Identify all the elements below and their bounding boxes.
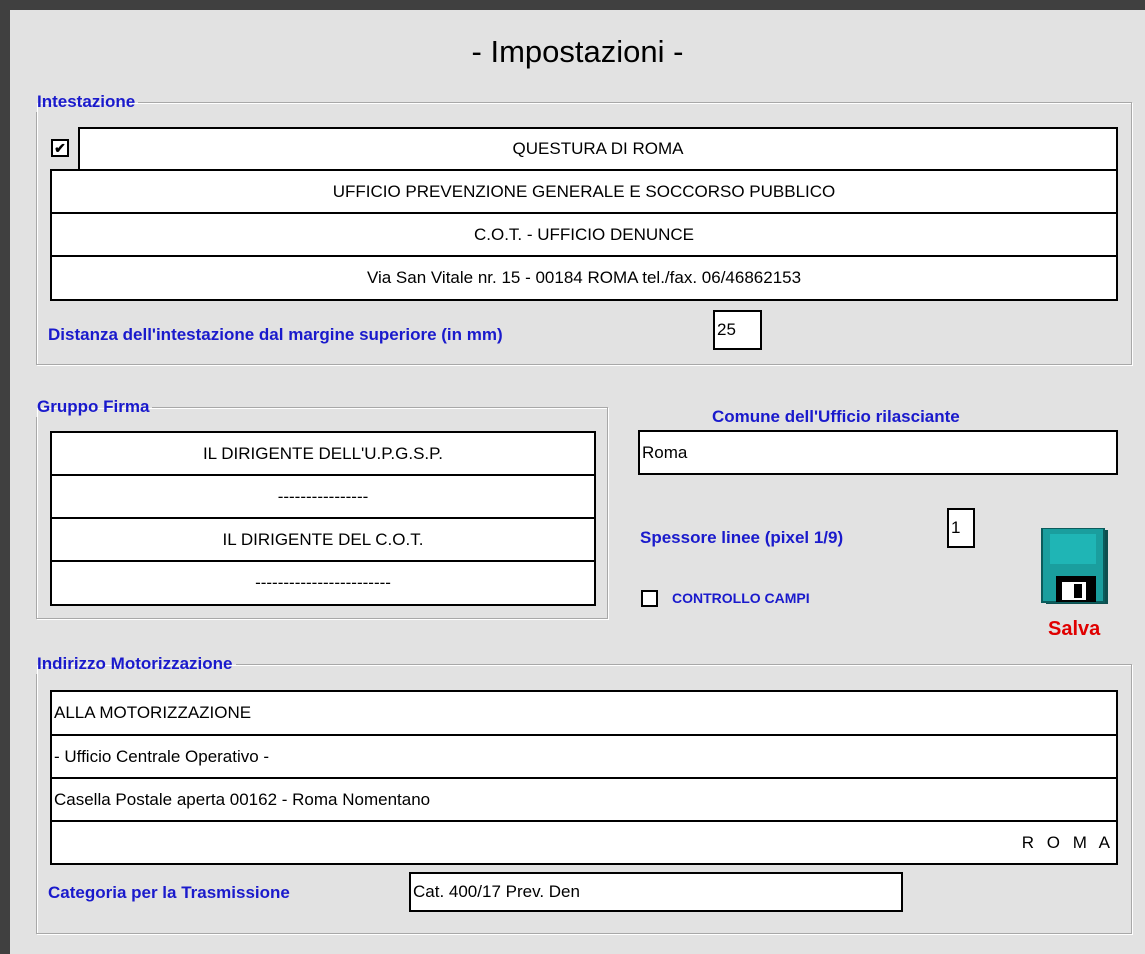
motorizzazione-line-2[interactable] — [50, 734, 1118, 779]
spessore-label: Spessore linee (pixel 1/9) — [640, 528, 844, 547]
firma-line-2[interactable] — [50, 474, 596, 519]
firma-line-3[interactable] — [50, 517, 596, 562]
intestazione-line-3[interactable] — [50, 212, 1118, 257]
gruppo-firma-legend: Gruppo Firma — [37, 397, 150, 416]
firma-line-4[interactable] — [50, 560, 596, 606]
firma-line-1[interactable] — [50, 431, 596, 476]
distanza-input[interactable] — [713, 310, 762, 350]
spessore-input[interactable] — [947, 508, 975, 548]
intestazione-line-4[interactable] — [50, 255, 1118, 301]
motorizzazione-legend: Indirizzo Motorizzazione — [37, 654, 233, 673]
save-button[interactable]: Salva — [1040, 527, 1116, 648]
floppy-disk-icon — [1041, 527, 1108, 604]
controllo-campi-checkbox[interactable] — [641, 590, 658, 607]
window-title: - Impostazioni - — [471, 34, 684, 69]
comune-label: Comune dell'Ufficio rilasciante — [712, 407, 960, 426]
motorizzazione-line-1[interactable] — [50, 690, 1118, 736]
intestazione-legend: Intestazione — [37, 92, 136, 111]
motorizzazione-line-3[interactable] — [50, 777, 1118, 822]
categoria-label: Categoria per la Trasmissione — [48, 883, 290, 902]
categoria-input[interactable] — [409, 872, 903, 912]
intestazione-line-2[interactable] — [50, 169, 1118, 214]
intestazione-checkbox[interactable]: ✔ — [51, 139, 69, 157]
settings-window: - Impostazioni - Intestazione ✔ Distanza… — [10, 10, 1145, 954]
motorizzazione-line-4[interactable] — [50, 820, 1118, 865]
intestazione-line-1[interactable] — [78, 127, 1118, 171]
distanza-label: Distanza dell'intestazione dal margine s… — [48, 325, 503, 344]
comune-input[interactable] — [638, 430, 1118, 475]
controllo-campi-label: CONTROLLO CAMPI — [672, 590, 810, 606]
save-label: Salva — [1048, 618, 1101, 640]
